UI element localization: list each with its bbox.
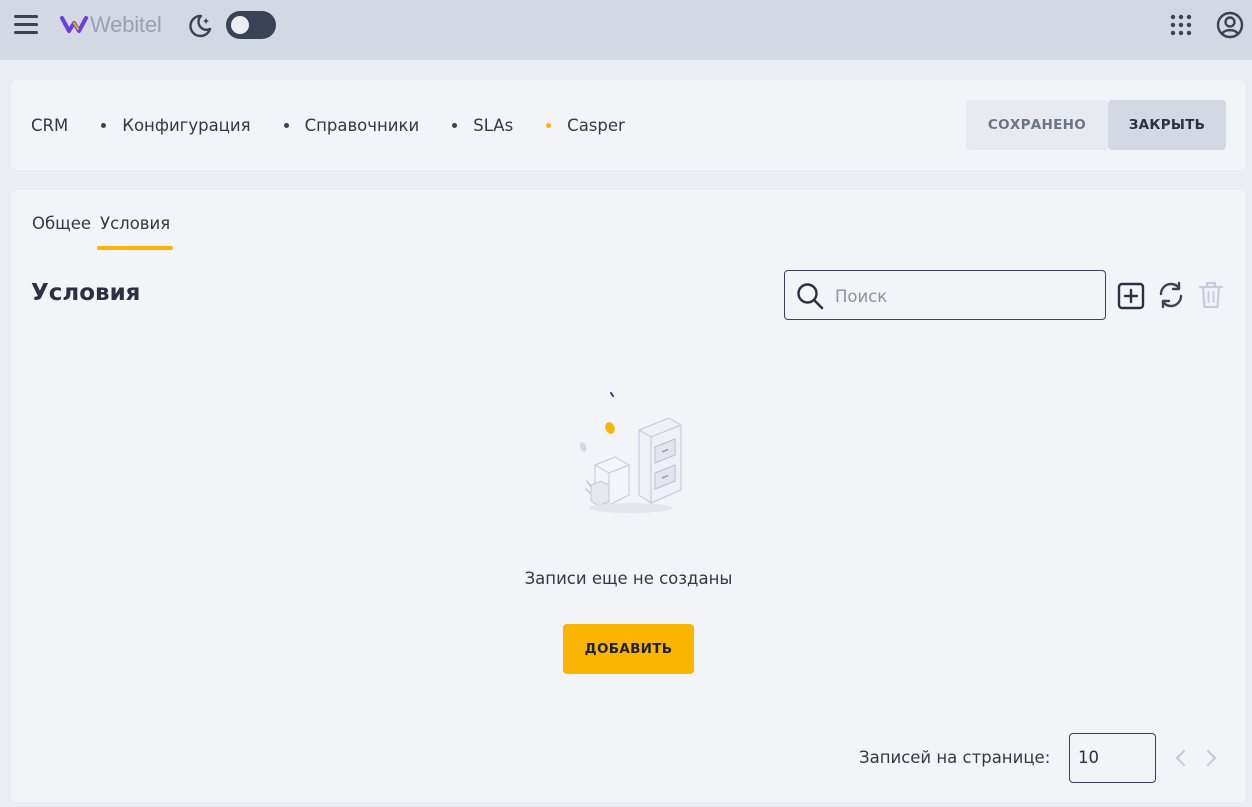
saved-button[interactable]: СОХРАНЕНО [966, 100, 1108, 150]
per-page-select[interactable]: 10 [1069, 733, 1156, 783]
chevron-left-icon[interactable] [1171, 746, 1191, 770]
empty-cabinet-illustration [579, 392, 682, 513]
add-button[interactable]: ДОБАВИТЬ [563, 624, 694, 674]
breadcrumb-separator-active [546, 122, 552, 128]
logo-text: Webitel [90, 12, 162, 37]
search-field[interactable] [784, 270, 1106, 320]
menu-icon[interactable] [12, 12, 40, 38]
tab-conditions[interactable]: Условия [97, 214, 174, 250]
refresh-icon[interactable] [1156, 280, 1186, 310]
breadcrumb: CRM Конфигурация Справочники SLAs Casper [31, 80, 625, 170]
breadcrumb-configuration[interactable]: Конфигурация [122, 116, 250, 135]
theme-toggle[interactable] [226, 11, 276, 39]
account-icon[interactable] [1216, 11, 1244, 39]
breadcrumb-slas[interactable]: SLAs [473, 116, 513, 135]
chevron-right-icon[interactable] [1201, 746, 1221, 770]
add-icon[interactable] [1117, 282, 1145, 310]
breadcrumb-current: Casper [567, 115, 625, 135]
tab-general[interactable]: Общее [31, 214, 92, 250]
breadcrumb-separator [452, 122, 458, 128]
empty-state-message: Записи еще не созданы [524, 569, 733, 588]
close-button[interactable]: ЗАКРЫТЬ [1108, 100, 1226, 150]
per-page-label: Записей на странице: [859, 748, 1051, 767]
per-page-value: 10 [1078, 748, 1099, 767]
search-icon [797, 283, 824, 310]
breadcrumb-crm[interactable]: CRM [31, 116, 68, 135]
breadcrumb-separator [101, 122, 107, 128]
breadcrumb-directories[interactable]: Справочники [305, 116, 420, 135]
main-card: Общее Условия Условия Поиск Записи еще н… [11, 190, 1246, 802]
header-card: CRM Конфигурация Справочники SLAs Casper… [11, 80, 1246, 170]
trash-icon [1198, 281, 1224, 309]
top-app-bar: Webitel [0, 0, 1252, 60]
breadcrumb-separator [283, 122, 289, 128]
search-input[interactable] [835, 283, 1095, 309]
apps-grid-icon[interactable] [1170, 14, 1192, 36]
logo-mark-icon [60, 16, 88, 33]
moon-icon[interactable] [186, 12, 214, 40]
logo[interactable]: Webitel [60, 10, 162, 40]
toggle-knob [231, 16, 249, 34]
tabs: Общее Условия [31, 214, 174, 250]
section-title: Условия [31, 280, 141, 306]
